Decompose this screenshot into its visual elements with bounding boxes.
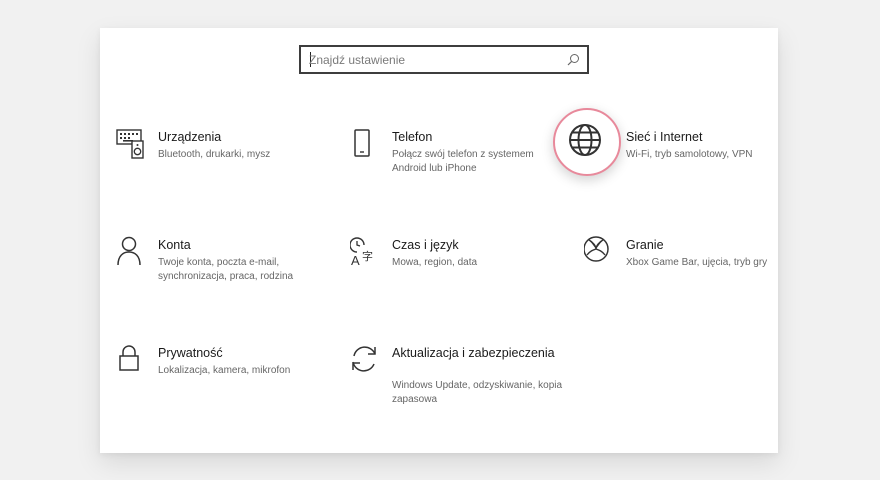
phone-icon — [354, 129, 370, 157]
tile-update-security[interactable]: Aktualizacja i zabezpieczenia Windows Up… — [350, 344, 570, 424]
tile-description: Wi-Fi, tryb samolotowy, VPN — [626, 149, 753, 160]
tile-network[interactable]: Sieć i Internet Wi-Fi, tryb samolotowy, … — [569, 124, 804, 208]
tile-title: Czas i język — [392, 238, 459, 252]
globe-icon — [569, 124, 601, 156]
tile-title: Urządzenia — [158, 130, 222, 144]
tile-privacy[interactable]: Prywatność Lokalizacja, kamera, mikrofon — [116, 344, 336, 424]
tile-title: Konta — [158, 238, 191, 252]
xbox-icon — [584, 236, 609, 262]
lock-icon — [119, 345, 139, 371]
tile-description: Bluetooth, drukarki, mysz — [158, 149, 271, 160]
search-box[interactable] — [299, 45, 589, 74]
tile-phone[interactable]: Telefon Połącz swój telefon z systemem A… — [350, 128, 570, 208]
tile-title: Sieć i Internet — [626, 130, 703, 144]
tile-description: Połącz swój telefon z systemem Android l… — [392, 149, 534, 174]
tile-time-language[interactable]: A 字 Czas i język Mowa, region, data — [350, 236, 570, 316]
svg-text:字: 字 — [362, 249, 373, 263]
tile-description: Windows Update, odzyskiwanie, kopia zapa… — [392, 380, 563, 405]
update-icon — [352, 346, 376, 372]
settings-panel: Urządzenia Bluetooth, drukarki, mysz Tel… — [100, 28, 778, 453]
tile-accounts[interactable]: Konta Twoje konta, poczta e-mail, synchr… — [116, 236, 336, 316]
tile-title: Prywatność — [158, 346, 223, 360]
tile-description: Xbox Game Bar, ujęcia, tryb gry — [626, 257, 768, 268]
person-icon — [117, 236, 141, 266]
svg-text:A: A — [351, 253, 360, 268]
tile-description: Lokalizacja, kamera, mikrofon — [158, 365, 291, 376]
tile-gaming[interactable]: Granie Xbox Game Bar, ujęcia, tryb gry — [584, 236, 804, 316]
time-language-icon: A 字 — [350, 237, 373, 268]
tile-description: Mowa, region, data — [392, 257, 478, 268]
tile-title: Granie — [626, 238, 664, 252]
tile-description: Twoje konta, poczta e-mail, synchronizac… — [158, 257, 294, 282]
tile-devices[interactable]: Urządzenia Bluetooth, drukarki, mysz — [116, 128, 336, 208]
devices-icon — [116, 129, 144, 159]
tile-title: Aktualizacja i zabezpieczenia — [392, 346, 555, 360]
search-input[interactable] — [309, 47, 559, 72]
tile-title: Telefon — [392, 130, 433, 144]
search-icon[interactable] — [567, 53, 580, 66]
